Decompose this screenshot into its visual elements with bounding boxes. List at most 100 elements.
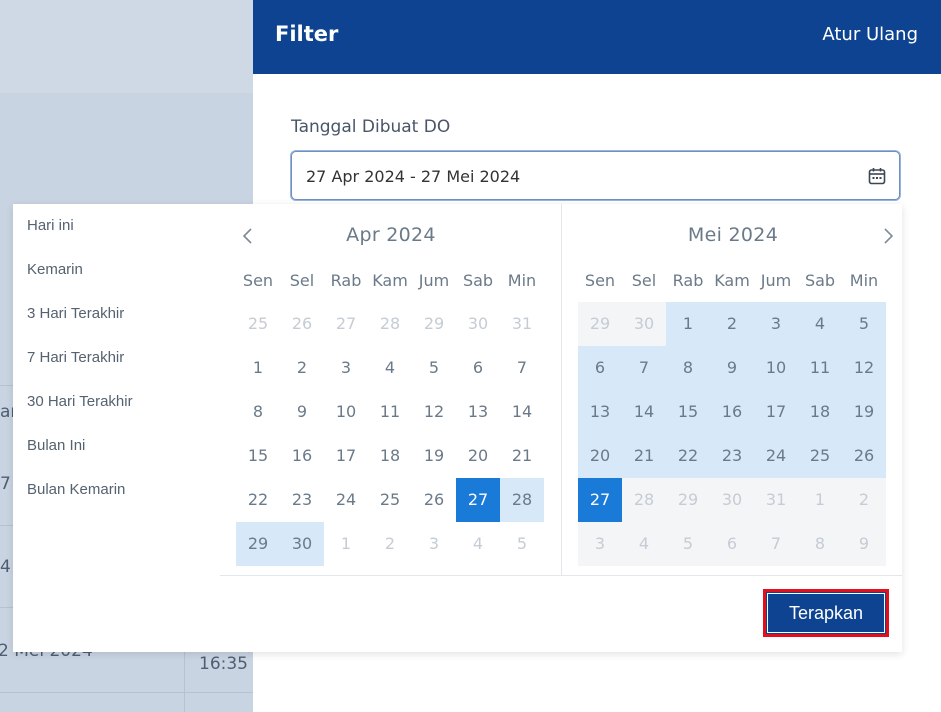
calendar-day[interactable]: 8	[236, 390, 280, 434]
drawer-header: Filter Atur Ulang	[253, 0, 941, 74]
calendar-day[interactable]: 17	[324, 434, 368, 478]
calendar-day[interactable]: 5	[500, 522, 544, 566]
calendar-day[interactable]: 3	[754, 302, 798, 346]
calendar-day[interactable]: 2	[280, 346, 324, 390]
range-yesterday[interactable]: Kemarin	[27, 261, 83, 278]
background-header	[0, 0, 253, 93]
calendar-day[interactable]: 30	[456, 302, 500, 346]
calendar-day[interactable]: 16	[710, 390, 754, 434]
calendar-day[interactable]: 4	[622, 522, 666, 566]
range-last-3-days[interactable]: 3 Hari Terakhir	[27, 305, 124, 322]
calendar-month-title: Apr 2024	[346, 224, 436, 246]
calendar-day[interactable]: 8	[798, 522, 842, 566]
calendar-day[interactable]: 5	[842, 302, 886, 346]
calendar-day[interactable]: 23	[280, 478, 324, 522]
calendar-day[interactable]: 11	[368, 390, 412, 434]
calendar-day[interactable]: 25	[798, 434, 842, 478]
calendar-day[interactable]: 25	[236, 302, 280, 346]
calendar-day[interactable]: 5	[666, 522, 710, 566]
calendar-day[interactable]: 1	[798, 478, 842, 522]
calendar-day[interactable]: 1	[324, 522, 368, 566]
range-last-30-days[interactable]: 30 Hari Terakhir	[27, 393, 133, 410]
range-today[interactable]: Hari ini	[27, 217, 74, 234]
calendar-day[interactable]: 29	[578, 302, 622, 346]
calendar-day[interactable]: 9	[710, 346, 754, 390]
calendar-day[interactable]: 5	[412, 346, 456, 390]
calendar-day[interactable]: 30	[622, 302, 666, 346]
calendar-day[interactable]: 25	[368, 478, 412, 522]
calendar-day[interactable]: 10	[754, 346, 798, 390]
calendar-day[interactable]: 26	[280, 302, 324, 346]
calendar-day[interactable]: 19	[842, 390, 886, 434]
calendar-day[interactable]: 29	[412, 302, 456, 346]
calendar-day[interactable]: 12	[842, 346, 886, 390]
calendar-day[interactable]: 4	[456, 522, 500, 566]
calendar-day[interactable]: 19	[412, 434, 456, 478]
calendar-day[interactable]: 13	[578, 390, 622, 434]
calendar-day[interactable]: 23	[710, 434, 754, 478]
calendar-day[interactable]: 8	[666, 346, 710, 390]
calendar-day[interactable]: 26	[842, 434, 886, 478]
apply-button[interactable]: Terapkan	[763, 589, 889, 637]
calendar-day[interactable]: 24	[754, 434, 798, 478]
calendar-day[interactable]: 16	[280, 434, 324, 478]
date-range-input[interactable]: 27 Apr 2024 - 27 Mei 2024	[291, 151, 900, 200]
calendar-day[interactable]: 15	[236, 434, 280, 478]
calendar-day[interactable]: 28	[500, 478, 544, 522]
calendar-day[interactable]: 6	[578, 346, 622, 390]
calendar-day-selected[interactable]: 27	[578, 478, 622, 522]
calendar-day[interactable]: 22	[666, 434, 710, 478]
calendar-day[interactable]: 26	[412, 478, 456, 522]
calendar-day[interactable]: 27	[324, 302, 368, 346]
reset-button[interactable]: Atur Ulang	[822, 24, 918, 45]
calendar-day[interactable]: 7	[622, 346, 666, 390]
calendar-day[interactable]: 15	[666, 390, 710, 434]
range-last-month[interactable]: Bulan Kemarin	[27, 481, 125, 498]
calendar-day[interactable]: 7	[754, 522, 798, 566]
calendar-day[interactable]: 30	[280, 522, 324, 566]
calendar-day[interactable]: 7	[500, 346, 544, 390]
calendar-day[interactable]: 28	[622, 478, 666, 522]
calendar-day[interactable]: 18	[798, 390, 842, 434]
calendar-day[interactable]: 3	[324, 346, 368, 390]
calendar-day[interactable]: 1	[236, 346, 280, 390]
calendar-day[interactable]: 14	[622, 390, 666, 434]
calendar-day[interactable]: 18	[368, 434, 412, 478]
weekday-header: Sel	[631, 271, 657, 290]
calendar-day[interactable]: 29	[666, 478, 710, 522]
calendar-day[interactable]: 2	[710, 302, 754, 346]
calendar-day[interactable]: 2	[842, 478, 886, 522]
calendar-day[interactable]: 11	[798, 346, 842, 390]
range-last-7-days[interactable]: 7 Hari Terakhir	[27, 349, 124, 366]
calendar-day[interactable]: 6	[456, 346, 500, 390]
calendar-day[interactable]: 9	[842, 522, 886, 566]
calendar-icon[interactable]	[867, 166, 887, 186]
calendar-day[interactable]: 21	[500, 434, 544, 478]
calendar-day[interactable]: 29	[236, 522, 280, 566]
calendar-day[interactable]: 6	[710, 522, 754, 566]
calendar-day[interactable]: 17	[754, 390, 798, 434]
calendar-day[interactable]: 2	[368, 522, 412, 566]
calendar-day[interactable]: 31	[500, 302, 544, 346]
calendar-day[interactable]: 14	[500, 390, 544, 434]
calendar-day[interactable]: 4	[368, 346, 412, 390]
calendar-day[interactable]: 1	[666, 302, 710, 346]
calendar-day[interactable]: 3	[412, 522, 456, 566]
calendar-day[interactable]: 20	[456, 434, 500, 478]
calendar-day[interactable]: 10	[324, 390, 368, 434]
calendar-day[interactable]: 21	[622, 434, 666, 478]
calendar-day[interactable]: 28	[368, 302, 412, 346]
calendar-day-selected[interactable]: 27	[456, 478, 500, 522]
calendar-day[interactable]: 9	[280, 390, 324, 434]
calendar-day[interactable]: 12	[412, 390, 456, 434]
calendar-day[interactable]: 30	[710, 478, 754, 522]
calendar-day[interactable]: 22	[236, 478, 280, 522]
calendar-day[interactable]: 31	[754, 478, 798, 522]
calendar-day[interactable]: 3	[578, 522, 622, 566]
weekday-header: Rab	[330, 271, 362, 290]
calendar-day[interactable]: 20	[578, 434, 622, 478]
calendar-day[interactable]: 24	[324, 478, 368, 522]
range-this-month[interactable]: Bulan Ini	[27, 437, 85, 454]
calendar-day[interactable]: 13	[456, 390, 500, 434]
calendar-day[interactable]: 4	[798, 302, 842, 346]
